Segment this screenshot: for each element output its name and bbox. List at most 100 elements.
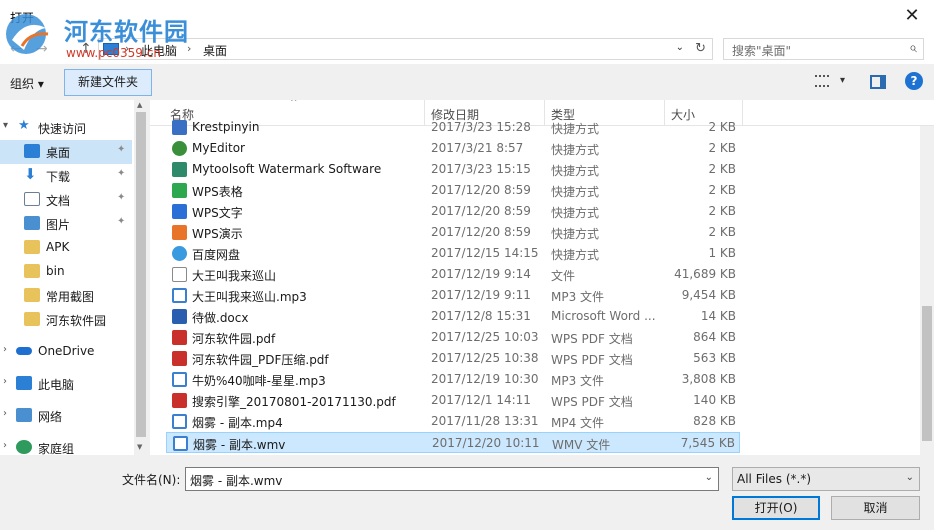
sidebar-item-this-pc[interactable]: › 此电脑	[0, 372, 132, 396]
file-type: 快捷方式	[551, 164, 600, 178]
expand-icon[interactable]: ›	[3, 440, 7, 451]
toolbar: 组织 ▾ 新建文件夹 ▾ ?	[0, 68, 934, 98]
file-type: 快捷方式	[551, 122, 600, 136]
folder-icon	[24, 288, 40, 302]
cancel-button[interactable]: 取消	[831, 496, 920, 520]
pin-icon: ✦	[117, 192, 126, 203]
sidebar-scrollbar[interactable]: ▲ ▼	[134, 100, 148, 455]
scrollbar-thumb[interactable]	[136, 112, 146, 437]
file-row[interactable]: 待做.docx 2017/12/8 15:31 Microsoft Word .…	[166, 306, 740, 327]
file-size: 3,808 KB	[681, 372, 736, 386]
file-name: 大王叫我来巡山.mp3	[192, 290, 307, 304]
sidebar-item-documents[interactable]: 文档 ✦	[0, 188, 132, 212]
chevron-down-icon[interactable]: ⌄	[705, 472, 713, 483]
expand-icon[interactable]: ▾	[3, 120, 8, 131]
file-row[interactable]: 大王叫我来巡山.mp3 2017/12/19 9:11 MP3 文件 9,454…	[166, 285, 740, 306]
pin-icon: ✦	[117, 216, 126, 227]
sidebar-item-homegroup[interactable]: › 家庭组	[0, 436, 132, 455]
file-name: 烟雾 - 副本.mp4	[192, 416, 283, 430]
file-row[interactable]: 河东软件园.pdf 2017/12/25 10:03 WPS PDF 文档 86…	[166, 327, 740, 348]
computer-icon	[16, 376, 32, 390]
file-row[interactable]: WPS演示 2017/12/20 8:59 快捷方式 2 KB	[166, 222, 740, 243]
sidebar-item-downloads[interactable]: ⬇ 下载 ✦	[0, 164, 132, 188]
expand-icon[interactable]: ›	[3, 408, 7, 419]
file-name: 河东软件园_PDF压缩.pdf	[192, 353, 329, 367]
download-icon: ⬇	[24, 165, 37, 183]
file-type: WMV 文件	[552, 438, 611, 452]
sidebar-item-pictures[interactable]: 图片 ✦	[0, 212, 132, 236]
file-type: 文件	[551, 269, 576, 283]
filename-value: 烟雾 - 副本.wmv	[190, 474, 283, 488]
expand-icon[interactable]: ›	[3, 376, 7, 387]
file-name: 大王叫我来巡山	[192, 269, 277, 283]
breadcrumb-desktop[interactable]: 桌面	[203, 42, 227, 59]
file-row[interactable]: Mytoolsoft Watermark Software 2017/3/23 …	[166, 159, 740, 180]
file-row[interactable]: WPS表格 2017/12/20 8:59 快捷方式 2 KB	[166, 180, 740, 201]
chevron-down-icon[interactable]: ⌄	[676, 42, 684, 53]
file-name: 搜索引擎_20170801-20171130.pdf	[192, 395, 396, 409]
file-row[interactable]: 搜索引擎_20170801-20171130.pdf 2017/12/1 14:…	[166, 390, 740, 411]
scrollbar-thumb[interactable]	[922, 306, 932, 441]
search-input[interactable]: 搜索"桌面" ⌕	[723, 38, 924, 60]
network-icon	[16, 408, 32, 422]
file-date: 2017/12/15 14:15	[431, 246, 539, 260]
audio-file-icon	[172, 372, 187, 387]
sidebar-item-hedong[interactable]: 河东软件园	[0, 308, 132, 332]
open-button[interactable]: 打开(O)	[732, 496, 820, 520]
sidebar-item-label: OneDrive	[38, 344, 95, 358]
sidebar-item-label: 常用截图	[46, 290, 95, 304]
sidebar-item-quick-access[interactable]: ▾ ★ 快速访问	[0, 116, 132, 140]
file-date: 2017/3/21 8:57	[431, 141, 524, 155]
homegroup-icon	[16, 440, 32, 454]
organize-button[interactable]: 组织 ▾	[10, 75, 44, 92]
scroll-up-icon[interactable]: ▲	[137, 101, 142, 109]
sidebar-item-desktop[interactable]: 桌面 ✦	[0, 140, 132, 164]
chevron-down-icon[interactable]: ⌄	[906, 472, 914, 483]
sidebar-item-screenshots[interactable]: 常用截图	[0, 284, 132, 308]
file-size: 2 KB	[708, 183, 736, 197]
file-row[interactable]: 百度网盘 2017/12/15 14:15 快捷方式 1 KB	[166, 243, 740, 264]
file-type: 快捷方式	[551, 206, 600, 220]
address-bar[interactable]: › 此电脑 › 桌面 ⌄ ↻	[98, 38, 713, 60]
file-row[interactable]: MyEditor 2017/3/21 8:57 快捷方式 2 KB	[166, 138, 740, 159]
file-row[interactable]: 河东软件园_PDF压缩.pdf 2017/12/25 10:38 WPS PDF…	[166, 348, 740, 369]
sidebar-item-bin[interactable]: bin	[0, 260, 132, 284]
file-type: 快捷方式	[551, 143, 600, 157]
close-icon[interactable]: ✕	[890, 0, 934, 34]
sidebar-item-apk[interactable]: APK	[0, 236, 132, 260]
file-list-scrollbar[interactable]	[920, 126, 934, 455]
file-size: 2 KB	[708, 162, 736, 176]
sidebar-item-label: bin	[46, 264, 65, 278]
file-size: 41,689 KB	[674, 267, 736, 281]
sidebar-item-onedrive[interactable]: › OneDrive	[0, 340, 132, 364]
file-type: MP3 文件	[551, 290, 605, 304]
file-row[interactable]: WPS文字 2017/12/20 8:59 快捷方式 2 KB	[166, 201, 740, 222]
file-row-selected[interactable]: 烟雾 - 副本.wmv 2017/12/20 10:11 WMV 文件 7,54…	[166, 432, 740, 453]
sidebar-item-network[interactable]: › 网络	[0, 404, 132, 428]
search-icon[interactable]: ⌕	[909, 40, 917, 56]
refresh-icon[interactable]: ↻	[695, 41, 706, 56]
file-row[interactable]: 烟雾 - 副本.mp4 2017/11/28 13:31 MP4 文件 828 …	[166, 411, 740, 432]
file-type: Microsoft Word ...	[551, 309, 656, 323]
file-row[interactable]: 牛奶%40咖啡-星星.mp3 2017/12/19 10:30 MP3 文件 3…	[166, 369, 740, 390]
column-divider[interactable]	[742, 100, 743, 126]
pdf-icon	[172, 330, 187, 345]
filename-input[interactable]: 烟雾 - 副本.wmv ⌄	[185, 467, 719, 491]
audio-file-icon	[172, 288, 187, 303]
folder-icon	[24, 240, 40, 254]
video-file-icon	[173, 436, 188, 451]
file-size: 828 KB	[693, 414, 736, 428]
preview-pane-icon[interactable]	[870, 75, 886, 89]
view-dropdown-icon[interactable]: ▾	[840, 75, 845, 86]
expand-icon[interactable]: ›	[3, 344, 7, 355]
file-size: 9,454 KB	[681, 288, 736, 302]
scroll-down-icon[interactable]: ▼	[137, 443, 142, 451]
filetype-select[interactable]: All Files (*.*) ⌄	[732, 467, 920, 491]
view-options-icon[interactable]	[815, 75, 829, 87]
file-row[interactable]: 大王叫我来巡山 2017/12/19 9:14 文件 41,689 KB	[166, 264, 740, 285]
file-row[interactable]: Krestpinyin 2017/3/23 15:28 快捷方式 2 KB	[166, 117, 740, 138]
help-icon[interactable]: ?	[905, 72, 923, 90]
file-date: 2017/12/20 8:59	[431, 204, 531, 218]
watermark-url: www.pc0359.cn	[66, 46, 161, 60]
new-folder-button[interactable]: 新建文件夹	[64, 69, 152, 96]
